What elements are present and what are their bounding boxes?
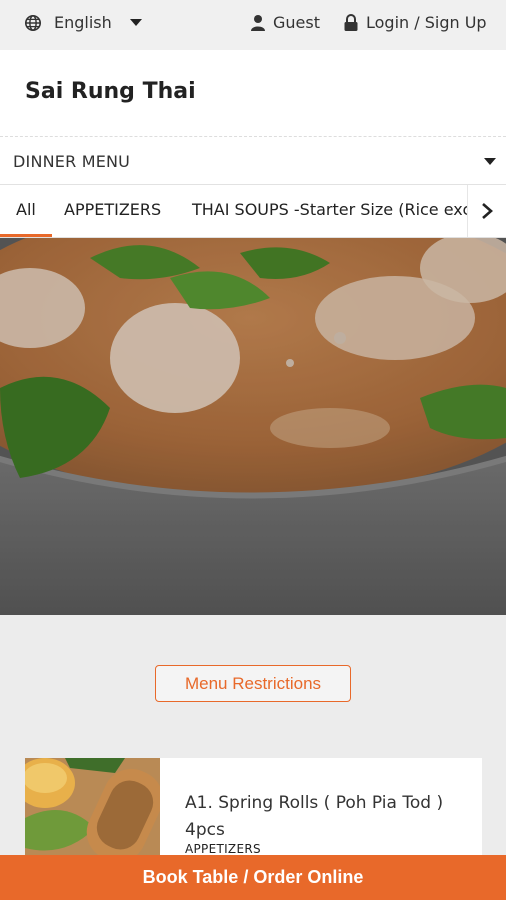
menu-restrictions-button[interactable]: Menu Restrictions [155, 665, 351, 702]
hero-image [0, 238, 506, 615]
caret-down-icon [484, 158, 496, 165]
language-selector[interactable]: English [24, 13, 142, 32]
login-label: Login / Sign Up [366, 13, 487, 32]
user-icon [251, 14, 265, 31]
menu-item-category: APPETIZERS [185, 842, 261, 856]
tabs-scroll-right-button[interactable] [467, 185, 506, 237]
lock-icon [344, 13, 358, 31]
tab-appetizers[interactable]: APPETIZERS [64, 200, 161, 219]
category-tabs: All APPETIZERS THAI SOUPS -Starter Size … [0, 185, 506, 238]
menu-item-title: A1. Spring Rolls ( Poh Pia Tod ) 4pcs [185, 793, 444, 840]
caret-down-icon [129, 19, 142, 26]
chevron-right-icon [482, 203, 493, 219]
tab-thai-soups[interactable]: THAI SOUPS -Starter Size (Rice exclu [192, 200, 486, 219]
login-signup-link[interactable]: Login / Sign Up [343, 13, 487, 32]
guest-label: Guest [273, 13, 320, 32]
tab-all[interactable]: All [0, 200, 52, 237]
guest-link[interactable]: Guest [250, 13, 320, 32]
restaurant-name: Sai Rung Thai [25, 79, 196, 104]
menu-dropdown-value: DINNER MENU [13, 152, 131, 171]
book-table-order-online-button[interactable]: Book Table / Order Online [0, 855, 506, 900]
menu-dropdown[interactable]: DINNER MENU [0, 137, 506, 185]
top-bar: English Guest Login / Sign Up [0, 0, 506, 50]
language-label: English [54, 13, 112, 32]
restaurant-header: Sai Rung Thai [0, 50, 506, 137]
globe-icon [24, 14, 42, 31]
